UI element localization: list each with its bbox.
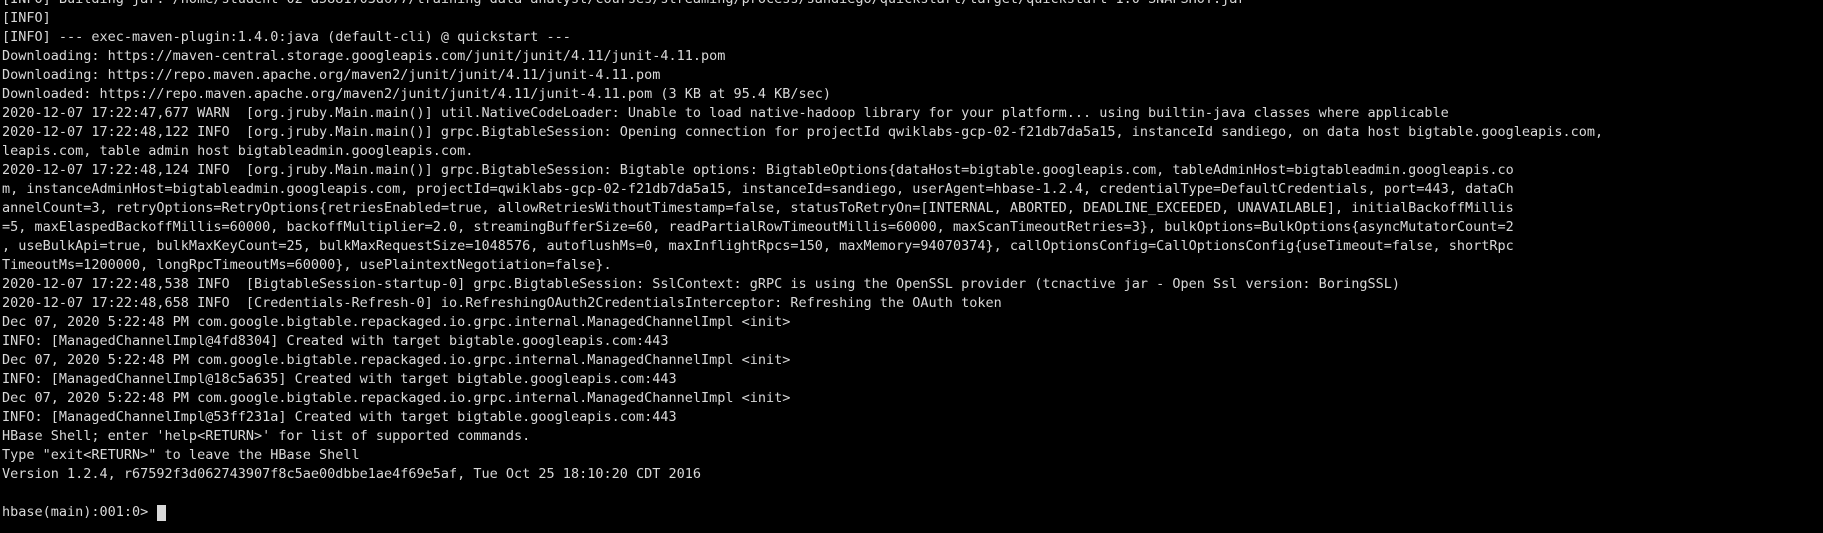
- terminal-line: Version 1.2.4, r67592f3d062743907f8c5ae0…: [2, 466, 701, 482]
- terminal-line: 2020-12-07 17:22:47,677 WARN [org.jruby.…: [2, 105, 1449, 121]
- terminal-line: INFO: [ManagedChannelImpl@53ff231a] Crea…: [2, 409, 677, 425]
- terminal-line: Dec 07, 2020 5:22:48 PM com.google.bigta…: [2, 352, 791, 368]
- terminal-line: Type "exit<RETURN>" to leave the HBase S…: [2, 447, 360, 463]
- terminal-line: Dec 07, 2020 5:22:48 PM com.google.bigta…: [2, 390, 791, 406]
- terminal-line: annelCount=3, retryOptions=RetryOptions{…: [2, 200, 1514, 216]
- terminal-line: 2020-12-07 17:22:48,538 INFO [BigtableSe…: [2, 276, 1400, 292]
- terminal-line: 2020-12-07 17:22:48,122 INFO [org.jruby.…: [2, 124, 1604, 140]
- terminal-line: Downloading: https://repo.maven.apache.o…: [2, 67, 661, 83]
- terminal-line: [INFO]: [2, 10, 51, 26]
- terminal-line: TimeoutMs=1200000, longRpcTimeoutMs=6000…: [2, 257, 612, 273]
- terminal-output: [INFO] Building jar: /home/student-02-a5…: [2, 0, 1823, 522]
- terminal-line: m, instanceAdminHost=bigtableadmin.googl…: [2, 181, 1514, 197]
- terminal-line: HBase Shell; enter 'help<RETURN>' for li…: [2, 428, 531, 444]
- terminal-line: INFO: [ManagedChannelImpl@18c5a635] Crea…: [2, 371, 677, 387]
- terminal-line: Downloaded: https://repo.maven.apache.or…: [2, 86, 832, 102]
- terminal-line: , useBulkApi=true, bulkMaxKeyCount=25, b…: [2, 238, 1514, 254]
- command-line[interactable]: hbase(main):001:0>: [2, 503, 1823, 522]
- terminal-line: =5, maxElaspedBackoffMillis=60000, backo…: [2, 219, 1514, 235]
- terminal-line: Downloading: https://maven-central.stora…: [2, 48, 726, 64]
- terminal-line: INFO: [ManagedChannelImpl@4fd8304] Creat…: [2, 333, 669, 349]
- terminal-line: Dec 07, 2020 5:22:48 PM com.google.bigta…: [2, 314, 791, 330]
- terminal-line: 2020-12-07 17:22:48,124 INFO [org.jruby.…: [2, 162, 1514, 178]
- terminal-line: [INFO] --- exec-maven-plugin:1.4.0:java …: [2, 29, 571, 45]
- text-cursor: [157, 504, 167, 521]
- terminal-line: [INFO] Building jar: /home/student-02-a5…: [2, 0, 1823, 9]
- terminal-line: 2020-12-07 17:22:48,658 INFO [Credential…: [2, 295, 1002, 311]
- terminal-window[interactable]: [INFO] Building jar: /home/student-02-a5…: [0, 0, 1823, 533]
- terminal-line: leapis.com, table admin host bigtableadm…: [2, 143, 474, 159]
- shell-prompt: hbase(main):001:0>: [2, 504, 157, 520]
